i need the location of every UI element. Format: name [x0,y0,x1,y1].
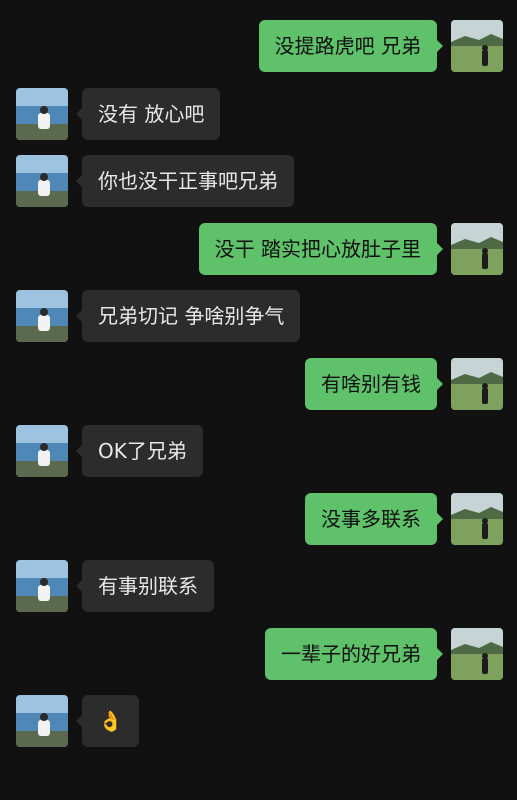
contact-avatar[interactable] [16,290,68,342]
message-bubble-outgoing[interactable]: 没提路虎吧 兄弟 [258,20,444,72]
message-row-incoming: 有事别联系 [0,560,517,612]
chat-conversation: 没提路虎吧 兄弟 没有 放心吧 你也没干正事吧兄弟 没干 踏实把心放肚子里 兄弟… [0,0,517,800]
message-bubble-incoming[interactable]: 没有 放心吧 [75,88,221,140]
contact-avatar[interactable] [16,695,68,747]
message-row-outgoing: 有啥别有钱 [0,358,517,410]
message-bubble-incoming[interactable]: 你也没干正事吧兄弟 [76,155,294,207]
message-bubble-incoming[interactable]: 有事别联系 [76,560,214,612]
message-row-incoming: 你也没干正事吧兄弟 [0,155,517,207]
contact-avatar[interactable] [16,88,68,140]
message-row-incoming: 👌 [0,695,517,747]
message-bubble-incoming[interactable]: OK了兄弟 [76,425,203,477]
message-bubble-incoming-emoji[interactable]: 👌 [76,695,139,747]
message-row-incoming: 没有 放心吧 [0,88,517,140]
my-avatar[interactable] [451,20,503,72]
message-bubble-outgoing[interactable]: 有啥别有钱 [305,358,443,410]
message-row-outgoing: 一辈子的好兄弟 [0,628,517,680]
message-bubble-outgoing[interactable]: 没事多联系 [305,493,443,545]
message-row-incoming: OK了兄弟 [0,425,517,477]
my-avatar[interactable] [451,223,503,275]
my-avatar[interactable] [451,358,503,410]
message-bubble-incoming[interactable]: 兄弟切记 争啥别争气 [75,290,301,342]
message-row-outgoing: 没提路虎吧 兄弟 [0,20,517,72]
message-bubble-outgoing[interactable]: 一辈子的好兄弟 [265,628,443,680]
message-row-outgoing: 没干 踏实把心放肚子里 [0,223,517,275]
message-bubble-outgoing[interactable]: 没干 踏实把心放肚子里 [198,223,444,275]
message-row-outgoing: 没事多联系 [0,493,517,545]
contact-avatar[interactable] [16,560,68,612]
message-row-incoming: 兄弟切记 争啥别争气 [0,290,517,342]
my-avatar[interactable] [451,493,503,545]
contact-avatar[interactable] [16,155,68,207]
contact-avatar[interactable] [16,425,68,477]
my-avatar[interactable] [451,628,503,680]
